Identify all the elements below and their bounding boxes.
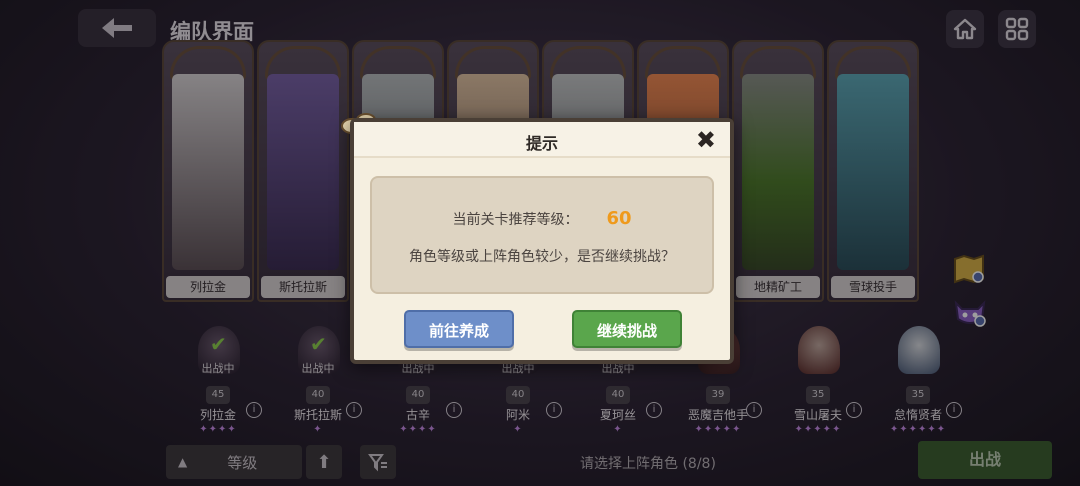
continue-challenge-button[interactable]: 继续挑战 bbox=[572, 310, 682, 348]
recommend-line: 当前关卡推荐等级： 60 bbox=[372, 208, 712, 229]
dialog-message-box: 当前关卡推荐等级： 60 角色等级或上阵角色较少，是否继续挑战？ bbox=[370, 176, 714, 294]
recommend-level: 60 bbox=[606, 208, 632, 229]
go-train-button[interactable]: 前往养成 bbox=[404, 310, 514, 348]
confirm-dialog: 提示 ✖ 当前关卡推荐等级： 60 角色等级或上阵角色较少，是否继续挑战？ 前往养… bbox=[350, 118, 734, 364]
close-icon[interactable]: ✖ bbox=[696, 126, 716, 154]
recommend-label: 当前关卡推荐等级： bbox=[452, 212, 579, 228]
dialog-message: 角色等级或上阵角色较少，是否继续挑战？ bbox=[409, 249, 675, 265]
formation-screen: 编队界面 列拉金 斯托拉斯 地精矿工 雪球投手 ✔ 出战中 45 列拉金 i ✦… bbox=[0, 0, 1080, 486]
dialog-title: 提示 bbox=[525, 134, 558, 153]
dialog-title-bar: 提示 ✖ bbox=[354, 122, 730, 158]
